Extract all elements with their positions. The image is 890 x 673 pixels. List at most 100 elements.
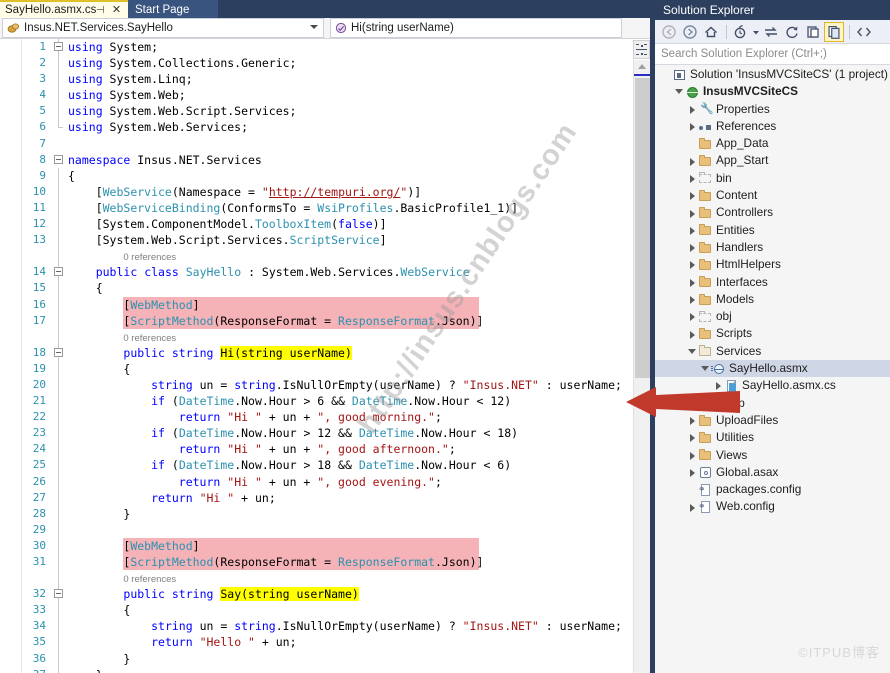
editor-vertical-scrollbar[interactable] xyxy=(633,60,651,673)
solution-tree[interactable]: Solution 'InsusMVCSiteCS' (1 project) Ins… xyxy=(655,66,890,673)
chevron-right-icon[interactable] xyxy=(687,329,698,340)
code-line[interactable]: 27 return "Hi " + un; xyxy=(22,489,633,506)
chevron-right-icon[interactable] xyxy=(687,242,698,253)
split-view-icon[interactable] xyxy=(633,40,650,59)
pin-icon[interactable]: ⊣ xyxy=(96,5,106,16)
code-line[interactable]: 0 references xyxy=(22,248,633,265)
tree-item-controllers[interactable]: Controllers xyxy=(655,204,890,221)
tree-item-uploadfiles[interactable]: UploadFiles xyxy=(655,412,890,429)
tree-item-app-start[interactable]: App_Start xyxy=(655,152,890,169)
code-line[interactable]: 7 xyxy=(22,136,633,152)
home-icon[interactable] xyxy=(701,22,721,42)
code-line[interactable]: 21 if (DateTime.Now.Hour > 6 && DateTime… xyxy=(22,393,633,410)
tree-item-interfaces[interactable]: Interfaces xyxy=(655,274,890,291)
tree-item-views[interactable]: Views xyxy=(655,447,890,464)
code-line[interactable]: 12 [System.ComponentModel.ToolboxItem(fa… xyxy=(22,216,633,233)
chevron-right-icon[interactable] xyxy=(687,190,698,201)
code-line[interactable]: 4 using System.Web; xyxy=(22,87,633,104)
tree-item-content[interactable]: Content xyxy=(655,187,890,204)
code-line[interactable]: 18 public string Hi(string userName) xyxy=(22,344,633,361)
chevron-right-icon[interactable] xyxy=(687,173,698,184)
code-line[interactable]: 25 if (DateTime.Now.Hour > 18 && DateTim… xyxy=(22,457,633,474)
tree-item-models[interactable]: Models xyxy=(655,291,890,308)
chevron-right-icon[interactable] xyxy=(687,208,698,219)
code-line[interactable]: 31 [ScriptMethod(ResponseFormat = Respon… xyxy=(22,554,633,571)
tree-item-properties[interactable]: 🔧 Properties xyxy=(655,101,890,118)
member-dropdown[interactable]: Hi(string userName) xyxy=(330,18,622,38)
tree-item-packages-config[interactable]: ⚭ packages.config xyxy=(655,481,890,498)
chevron-right-icon[interactable] xyxy=(687,450,698,461)
chevron-right-icon[interactable] xyxy=(687,311,698,322)
tree-item-bin[interactable]: bin xyxy=(655,170,890,187)
sync-with-active-document-icon[interactable] xyxy=(761,22,781,42)
collapse-toggle-icon[interactable] xyxy=(54,589,63,599)
code-line[interactable]: 11 [WebServiceBinding(ConformsTo = WsiPr… xyxy=(22,199,633,217)
code-line[interactable]: 16 [WebMethod] xyxy=(22,296,633,313)
tab-start-page[interactable]: Start Page xyxy=(128,0,218,18)
code-line[interactable]: 30 [WebMethod] xyxy=(22,537,633,554)
collapse-toggle-icon[interactable] xyxy=(54,347,63,357)
scrollbar-thumb[interactable] xyxy=(635,78,650,378)
collapse-all-icon[interactable] xyxy=(803,22,823,42)
tree-item-obj[interactable]: obj xyxy=(655,308,890,325)
code-line[interactable]: 17 [ScriptMethod(ResponseFormat = Respon… xyxy=(22,312,633,329)
code-line[interactable]: 29 xyxy=(22,521,633,538)
code-line[interactable]: 3 using System.Linq; xyxy=(22,71,633,88)
chevron-right-icon[interactable] xyxy=(687,502,698,513)
tree-item-services[interactable]: Services xyxy=(655,343,890,360)
tree-item-handlers[interactable]: Handlers xyxy=(655,239,890,256)
code-line[interactable]: 1 using System; xyxy=(22,39,633,56)
tree-item-insusmvcsitecs[interactable]: InsusMVCSiteCS xyxy=(655,83,890,100)
chevron-down-icon[interactable] xyxy=(700,363,711,374)
code-line[interactable]: 26 return "Hi " + un + ", good evening."… xyxy=(22,473,633,490)
tree-item-web-config[interactable]: ⚭ Web.config xyxy=(655,498,890,515)
view-code-icon[interactable] xyxy=(854,22,874,42)
code-line[interactable]: 19 { xyxy=(22,360,633,377)
code-line[interactable]: 28 } xyxy=(22,505,633,522)
back-icon[interactable] xyxy=(659,22,679,42)
code-line[interactable]: 32 public string Say(string userName) xyxy=(22,586,633,603)
tree-item-utilities[interactable]: Utilities xyxy=(655,429,890,446)
code-line[interactable]: 37 } xyxy=(22,666,633,673)
chevron-right-icon[interactable] xyxy=(687,467,698,478)
tab-sayhello-asmx-cs[interactable]: SayHello.asmx.cs ⊣ ✕ xyxy=(0,0,128,18)
show-all-files-icon[interactable] xyxy=(824,21,844,42)
chevron-right-icon[interactable] xyxy=(687,259,698,270)
code-lens-references[interactable]: 0 references xyxy=(123,252,176,263)
code-line[interactable]: 24 return "Hi " + un + ", good afternoon… xyxy=(22,441,633,458)
chevron-right-icon[interactable] xyxy=(687,415,698,426)
chevron-right-icon[interactable] xyxy=(687,432,698,443)
chevron-right-icon[interactable] xyxy=(713,380,724,391)
code-line[interactable]: 8 namespace Insus.NET.Services xyxy=(22,152,633,168)
code-line[interactable]: 35 return "Hello " + un; xyxy=(22,634,633,651)
code-line[interactable]: 9{ xyxy=(22,167,633,184)
code-line[interactable]: 15 { xyxy=(22,280,633,297)
tree-item-sayhello-asmx-cs[interactable]: SayHello.asmx.cs xyxy=(655,377,890,394)
code-line[interactable]: 0 references xyxy=(22,328,633,345)
code-line[interactable]: 36 } xyxy=(22,650,633,667)
chevron-down-icon[interactable] xyxy=(674,86,685,97)
collapse-toggle-icon[interactable] xyxy=(54,154,63,164)
tree-item-references[interactable]: References xyxy=(655,118,890,135)
code-line[interactable]: 0 references xyxy=(22,570,633,587)
chevron-down-icon[interactable] xyxy=(752,22,760,42)
code-line[interactable]: 2 using System.Collections.Generic; xyxy=(22,55,633,72)
chevron-right-icon[interactable] xyxy=(687,225,698,236)
code-line[interactable]: 6 using System.Web.Services; xyxy=(22,119,633,135)
chevron-down-icon[interactable] xyxy=(687,346,698,357)
tree-item-htmlhelpers[interactable]: HtmlHelpers xyxy=(655,256,890,273)
tree-item-global-asax[interactable]: Global.asax xyxy=(655,464,890,481)
scroll-up-arrow-icon[interactable] xyxy=(638,64,646,69)
close-icon[interactable]: ✕ xyxy=(111,4,122,16)
code-line[interactable]: 5 using System.Web.Script.Services; xyxy=(22,103,633,120)
tree-item-entities[interactable]: Entities xyxy=(655,222,890,239)
chevron-right-icon[interactable] xyxy=(687,294,698,305)
code-line[interactable]: 23 if (DateTime.Now.Hour > 12 && DateTim… xyxy=(22,425,633,442)
tree-item-app-data[interactable]: App_Data xyxy=(655,135,890,152)
code-line[interactable]: 10 [WebService(Namespace = "http://tempu… xyxy=(22,183,633,200)
code-line[interactable]: 33 { xyxy=(22,602,633,619)
chevron-right-icon[interactable] xyxy=(687,277,698,288)
code-line[interactable]: 20 string un = string.IsNullOrEmpty(user… xyxy=(22,376,633,394)
tree-item-temp[interactable]: Temp xyxy=(655,395,890,412)
code-editor[interactable]: 1 using System; 2 using System.Collections.… xyxy=(0,39,633,673)
